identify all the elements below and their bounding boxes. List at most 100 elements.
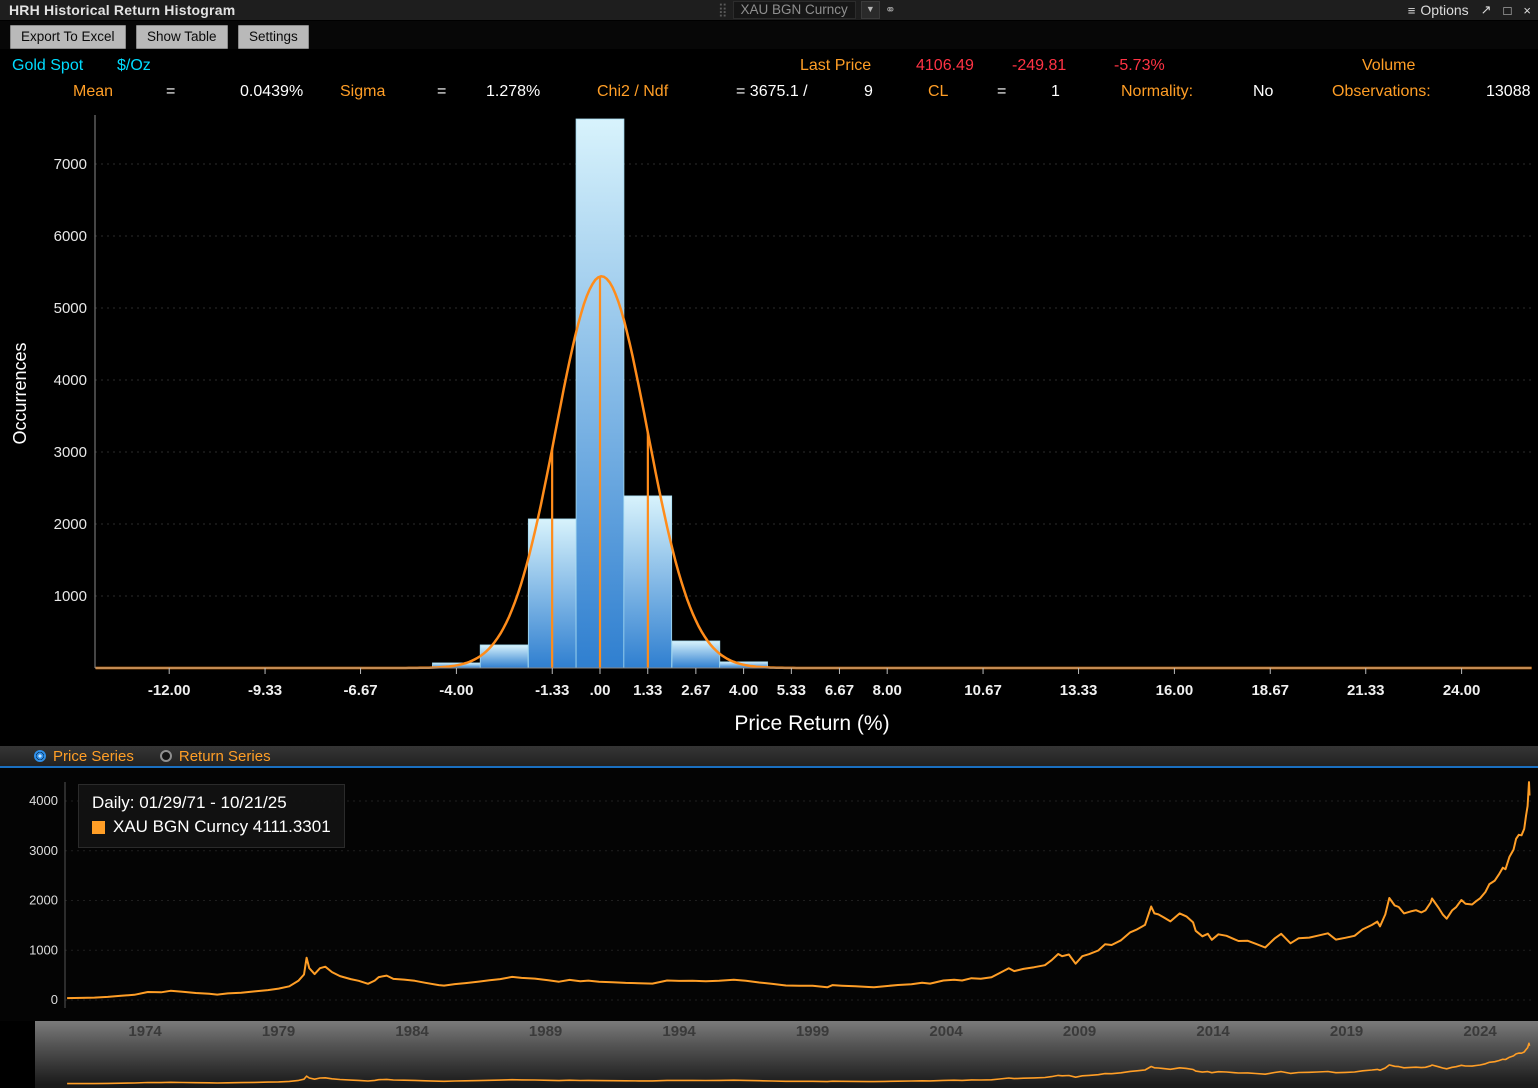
nav-year-label: 1989 xyxy=(529,1023,562,1040)
x-tick-label: 10.67 xyxy=(964,682,1002,699)
mean-label: Mean xyxy=(73,83,114,100)
security-name: Gold Spot xyxy=(12,57,84,74)
y-tick-label: 3000 xyxy=(29,843,58,858)
x-tick-label: 6.67 xyxy=(825,682,854,699)
x-tick-label: 4.00 xyxy=(729,682,758,699)
sigma-label: Sigma xyxy=(340,83,386,100)
options-label: Options xyxy=(1420,2,1469,18)
mean-eq: = xyxy=(166,83,176,100)
x-tick-label: -6.67 xyxy=(343,682,377,699)
y-axis-title: Occurrences xyxy=(10,342,30,444)
radio-selected-icon xyxy=(34,750,46,762)
sigma-eq: = xyxy=(437,83,447,100)
nav-year-label: 2014 xyxy=(1196,1023,1230,1040)
nav-year-label: 1979 xyxy=(262,1023,295,1040)
security-field-group: ⣿ XAU BGN Curncy ▼ ⚭ xyxy=(718,0,896,20)
x-tick-label: 1.33 xyxy=(633,682,662,699)
histogram-panel: 1000 2000 3000 4000 5000 6000 7000 -12.00 -9.33 -… xyxy=(0,111,1538,746)
last-price-label: Last Price xyxy=(800,57,872,74)
price-series-label: Price Series xyxy=(53,747,134,765)
price-change-value: -249.81 xyxy=(1012,57,1067,74)
observations-value: 13088 xyxy=(1486,83,1531,100)
range-selector-chart[interactable]: 1974 1979 1984 1989 1994 1999 2004 2009 2014 2019… xyxy=(0,1021,1538,1088)
x-tick-label: -9.33 xyxy=(248,682,282,699)
legend-date-range: Daily: 01/29/71 - 10/21/25 xyxy=(92,793,287,812)
observations-label: Observations: xyxy=(1332,83,1431,100)
y-tick-label: 4000 xyxy=(54,372,87,389)
close-icon[interactable]: × xyxy=(1523,3,1531,18)
mean-value: 0.0439% xyxy=(240,83,304,100)
x-tick-label: -1.33 xyxy=(535,682,569,699)
volume-label: Volume xyxy=(1362,57,1416,74)
gaussian-fit-curve xyxy=(95,275,1532,670)
x-tick-label: 8.00 xyxy=(873,682,902,699)
cl-value: 1 xyxy=(1051,83,1060,100)
normality-label: Normality: xyxy=(1121,83,1194,100)
normality-value: No xyxy=(1253,83,1274,100)
price-series-panel: Daily: 01/29/71 - 10/21/25 XAU BGN Curnc… xyxy=(0,768,1538,1021)
cl-eq: = xyxy=(997,83,1007,100)
security-input[interactable]: XAU BGN Curncy xyxy=(732,1,856,19)
histogram-chart[interactable]: 1000 2000 3000 4000 5000 6000 7000 -12.00 -9.33 -… xyxy=(0,111,1538,746)
stats-header: Gold Spot $/Oz Last Price 4106.49 -249.8… xyxy=(0,49,1538,111)
ndf-value: 9 xyxy=(864,83,873,100)
return-series-radio[interactable]: Return Series xyxy=(159,747,271,765)
legend-series-label: XAU BGN Curncy 4111.3301 xyxy=(113,817,331,836)
sigma-value: 1.278% xyxy=(486,83,541,100)
security-unit: $/Oz xyxy=(117,57,151,74)
nav-year-label: 2024 xyxy=(1463,1023,1497,1040)
radio-unselected-icon xyxy=(159,750,172,762)
y-tick-label: 2000 xyxy=(29,893,58,908)
chi2-value: = 3675.1 / xyxy=(736,83,808,100)
nav-year-label: 1999 xyxy=(796,1023,829,1040)
x-axis-title: Price Return (%) xyxy=(734,712,889,735)
titlebar: HRH Historical Return Histogram ⣿ XAU BG… xyxy=(0,0,1538,21)
price-change-pct: -5.73% xyxy=(1114,57,1165,74)
price-legend: Daily: 01/29/71 - 10/21/25 XAU BGN Curnc… xyxy=(78,784,345,848)
cl-label: CL xyxy=(928,83,949,100)
popout-icon[interactable]: ↗ xyxy=(1481,2,1492,18)
x-tick-label: 24.00 xyxy=(1443,682,1481,699)
link-icon[interactable]: ⚭ xyxy=(885,2,896,18)
nav-year-label: 1994 xyxy=(662,1023,696,1040)
x-tick-label: -12.00 xyxy=(148,682,191,699)
series-color-swatch xyxy=(92,820,105,834)
nav-year-label: 1984 xyxy=(395,1023,429,1040)
y-tick-label: 7000 xyxy=(54,156,87,173)
x-tick-label: -4.00 xyxy=(439,682,473,699)
histogram-bar xyxy=(671,640,721,669)
nav-year-label: 2019 xyxy=(1330,1023,1363,1040)
settings-button[interactable]: Settings xyxy=(238,25,309,49)
export-to-excel-button[interactable]: Export To Excel xyxy=(10,25,126,49)
nav-year-label: 2004 xyxy=(929,1023,963,1040)
options-menu-button[interactable]: ≡ Options xyxy=(1408,2,1469,18)
window-title: HRH Historical Return Histogram xyxy=(9,2,236,18)
show-table-button[interactable]: Show Table xyxy=(136,25,228,49)
x-tick-label: 21.33 xyxy=(1347,682,1385,699)
hamburger-icon: ≡ xyxy=(1407,2,1416,18)
x-tick-label: 13.33 xyxy=(1060,682,1098,699)
range-selector-panel[interactable]: 1974 1979 1984 1989 1994 1999 2004 2009 2014 2019… xyxy=(0,1021,1538,1088)
y-tick-label: 1000 xyxy=(54,588,87,605)
nav-year-label: 1974 xyxy=(128,1023,162,1040)
y-tick-label: 1000 xyxy=(29,942,58,957)
nav-year-label: 2009 xyxy=(1063,1023,1096,1040)
x-tick-label: .00 xyxy=(590,682,611,699)
series-toggle-row: Price Series Return Series xyxy=(0,746,1538,768)
return-series-label: Return Series xyxy=(178,747,271,765)
nav-price-line xyxy=(67,1042,1531,1085)
histogram-bar xyxy=(479,644,529,669)
x-tick-label: 16.00 xyxy=(1156,682,1194,699)
last-price-value: 4106.49 xyxy=(916,57,974,74)
y-tick-label: 4000 xyxy=(29,793,58,808)
x-tick-label: 2.67 xyxy=(681,682,710,699)
y-tick-label: 3000 xyxy=(54,444,87,461)
y-tick-label: 0 xyxy=(51,992,58,1007)
price-series-radio[interactable]: Price Series xyxy=(34,748,134,765)
y-tick-label: 2000 xyxy=(54,516,87,533)
maximize-icon[interactable]: □ xyxy=(1504,3,1512,18)
x-tick-label: 5.33 xyxy=(777,682,806,699)
security-dropdown-caret-icon[interactable]: ▼ xyxy=(860,1,880,19)
y-tick-label: 5000 xyxy=(54,300,87,317)
drag-grip-icon[interactable]: ⣿ xyxy=(718,0,728,20)
